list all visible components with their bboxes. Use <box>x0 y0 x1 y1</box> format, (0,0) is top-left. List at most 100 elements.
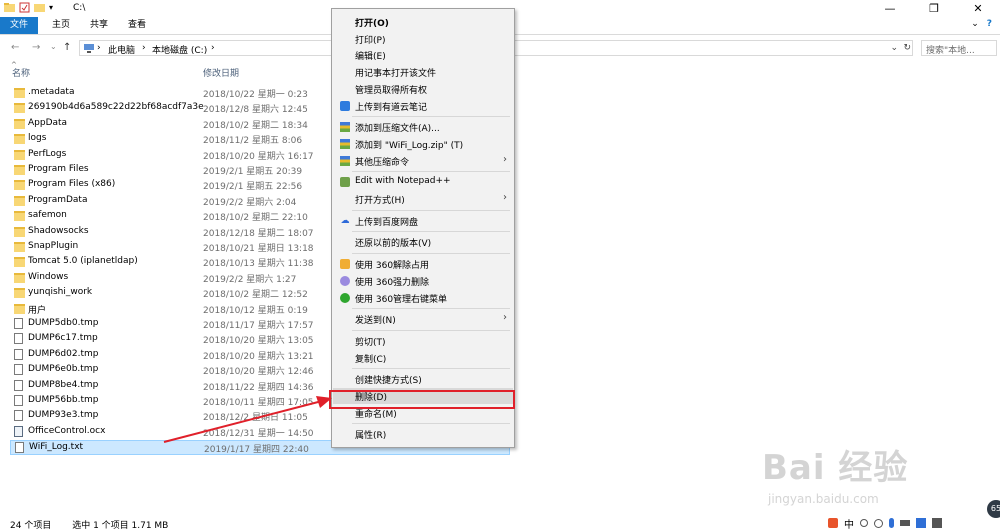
context-menu-item[interactable]: ☁ 上传到百度网盘 <box>333 213 513 229</box>
file-date: 2018/12/31 星期一 14:50 <box>203 428 314 439</box>
youdao-icon <box>340 100 350 111</box>
context-menu-item[interactable]: 打开(O) <box>333 14 513 30</box>
file-date: 2019/2/1 星期五 22:56 <box>203 182 303 193</box>
context-menu-item[interactable]: 上传到有道云笔记 <box>333 98 513 114</box>
context-menu-item[interactable]: 复制(C) <box>333 350 513 366</box>
recent-locations-icon[interactable]: ⌄ <box>50 42 57 51</box>
new-folder-icon[interactable] <box>34 2 45 13</box>
watermark-brand: Bai 经验 <box>762 448 909 488</box>
notepadpp-icon <box>340 177 350 188</box>
context-menu-item[interactable]: 使用 360管理右键菜单 <box>333 290 513 306</box>
forward-icon[interactable]: → <box>32 42 40 53</box>
context-menu-label: 管理员取得所有权 <box>355 85 428 96</box>
context-menu-item[interactable]: 剪切(T) <box>333 333 513 349</box>
file-name: DUMP6d02.tmp <box>28 348 99 359</box>
context-menu-label: 其他压缩命令 <box>355 157 410 168</box>
activex-file-icon <box>14 425 23 437</box>
file-date: 2018/10/2 星期二 12:52 <box>203 290 308 301</box>
context-menu-item[interactable]: 还原以前的版本(V) <box>333 234 513 250</box>
context-menu-item[interactable]: 打印(P) <box>333 31 513 47</box>
tab-share[interactable]: 共享 <box>83 17 115 34</box>
up-icon[interactable]: ↑ <box>63 42 71 53</box>
window-controls: — ❐ ✕ <box>868 0 1000 17</box>
watermark-url: jingyan.baidu.com <box>768 492 879 506</box>
context-menu-item[interactable]: Edit with Notepad++ <box>333 174 513 190</box>
file-date: 2018/10/20 星期六 12:46 <box>203 367 314 378</box>
file-date: 2018/12/2 星期日 11:05 <box>203 413 308 424</box>
column-header-name[interactable]: 名称 <box>12 66 30 79</box>
file-name: SnapPlugin <box>28 241 79 251</box>
context-menu-item[interactable]: 添加到 "WiFi_Log.zip" (T) <box>333 136 513 152</box>
quick-access-dropdown-icon[interactable]: ▾ <box>49 3 53 12</box>
context-menu-item[interactable]: 使用 360强力删除 <box>333 273 513 289</box>
microphone-icon[interactable] <box>889 518 894 528</box>
context-menu-item[interactable]: 创建快捷方式(S) <box>333 371 513 387</box>
context-menu-item[interactable]: 添加到压缩文件(A)... <box>333 119 513 135</box>
menu-separator <box>352 171 510 173</box>
context-menu-item[interactable]: 打开方式(H) › <box>333 191 513 207</box>
properties-icon[interactable] <box>19 2 30 13</box>
file-name: Windows <box>28 271 69 282</box>
file-name: 269190b4d6a589c22d22bf68acdf7a3e <box>28 102 204 113</box>
quick-access-toolbar: ▾ <box>4 2 53 13</box>
breadcrumb-this-pc[interactable]: 此电脑 <box>108 43 135 56</box>
folder-icon <box>14 180 25 191</box>
context-menu-item[interactable]: 删除(D) <box>333 388 513 404</box>
folder-icon <box>14 103 25 114</box>
context-menu-item[interactable]: 重命名(M) <box>333 405 513 421</box>
toolbox-icon[interactable] <box>932 518 942 528</box>
context-menu-label: 打开方式(H) <box>355 196 405 206</box>
breadcrumb-separator-icon[interactable]: › <box>97 43 101 53</box>
menu-separator <box>352 116 510 118</box>
context-menu-label: 编辑(E) <box>355 52 386 63</box>
skin-icon[interactable] <box>916 518 926 528</box>
column-header-date[interactable]: 修改日期 <box>203 66 239 79</box>
file-date: 2018/10/20 星期六 16:17 <box>203 151 314 162</box>
file-name: yunqishi_work <box>28 287 93 298</box>
folder-icon <box>14 257 25 268</box>
ime-language[interactable]: 中 <box>844 516 854 531</box>
punctuation-icon[interactable] <box>860 519 868 527</box>
file-date: 2018/12/18 星期二 18:07 <box>203 228 314 239</box>
tab-file[interactable]: 文件 <box>0 17 38 34</box>
context-menu-item[interactable]: 其他压缩命令 › <box>333 153 513 169</box>
context-menu-label: 添加到压缩文件(A)... <box>355 124 440 135</box>
file-icon <box>14 410 23 422</box>
tray-badge[interactable]: 65 <box>987 500 1000 518</box>
folder-icon[interactable] <box>4 2 15 13</box>
breadcrumb-local-disk[interactable]: 本地磁盘 (C:) <box>152 43 207 56</box>
context-menu-item[interactable]: 编辑(E) <box>333 47 513 63</box>
context-menu-item[interactable]: 发送到(N) › <box>333 311 513 327</box>
back-icon[interactable]: ← <box>11 42 19 53</box>
ribbon-expand-icon[interactable]: ⌄ <box>971 19 979 29</box>
folder-icon <box>14 226 25 237</box>
context-menu-label: 使用 360解除占用 <box>355 261 430 272</box>
sogou-ime-icon[interactable] <box>828 518 838 528</box>
file-date: 2019/1/17 星期四 22:40 <box>204 445 309 456</box>
context-menu-item[interactable]: 使用 360解除占用 <box>333 256 513 272</box>
tab-home[interactable]: 主页 <box>45 17 77 34</box>
refresh-icon[interactable]: ↻ <box>903 43 911 53</box>
tab-view[interactable]: 查看 <box>121 17 153 34</box>
breadcrumb-separator-icon[interactable]: › <box>211 43 215 53</box>
minimize-button[interactable]: — <box>868 0 912 17</box>
context-menu-label: 使用 360强力删除 <box>355 277 430 288</box>
file-date: 2018/10/11 星期四 17:05 <box>203 398 314 408</box>
search-input[interactable]: 搜索"本地... <box>921 40 997 56</box>
360-menu-icon <box>340 292 350 303</box>
help-icon[interactable]: ? <box>987 19 992 29</box>
file-date: 2018/10/22 星期一 0:23 <box>203 90 308 100</box>
file-icon <box>14 348 23 360</box>
emoji-icon[interactable] <box>874 518 883 528</box>
keyboard-icon[interactable] <box>900 520 910 526</box>
restore-button[interactable]: ❐ <box>912 0 956 17</box>
file-name: WiFi_Log.txt <box>29 442 84 453</box>
address-dropdown-icon[interactable]: ⌄ <box>890 43 898 53</box>
folder-icon <box>14 288 25 299</box>
file-icon <box>14 379 23 391</box>
context-menu-item[interactable]: 管理员取得所有权 <box>333 81 513 97</box>
context-menu-item[interactable]: 用记事本打开该文件 <box>333 64 513 80</box>
close-button[interactable]: ✕ <box>956 0 1000 17</box>
context-menu-item[interactable]: 属性(R) <box>333 426 513 442</box>
breadcrumb-separator-icon[interactable]: › <box>142 43 146 53</box>
